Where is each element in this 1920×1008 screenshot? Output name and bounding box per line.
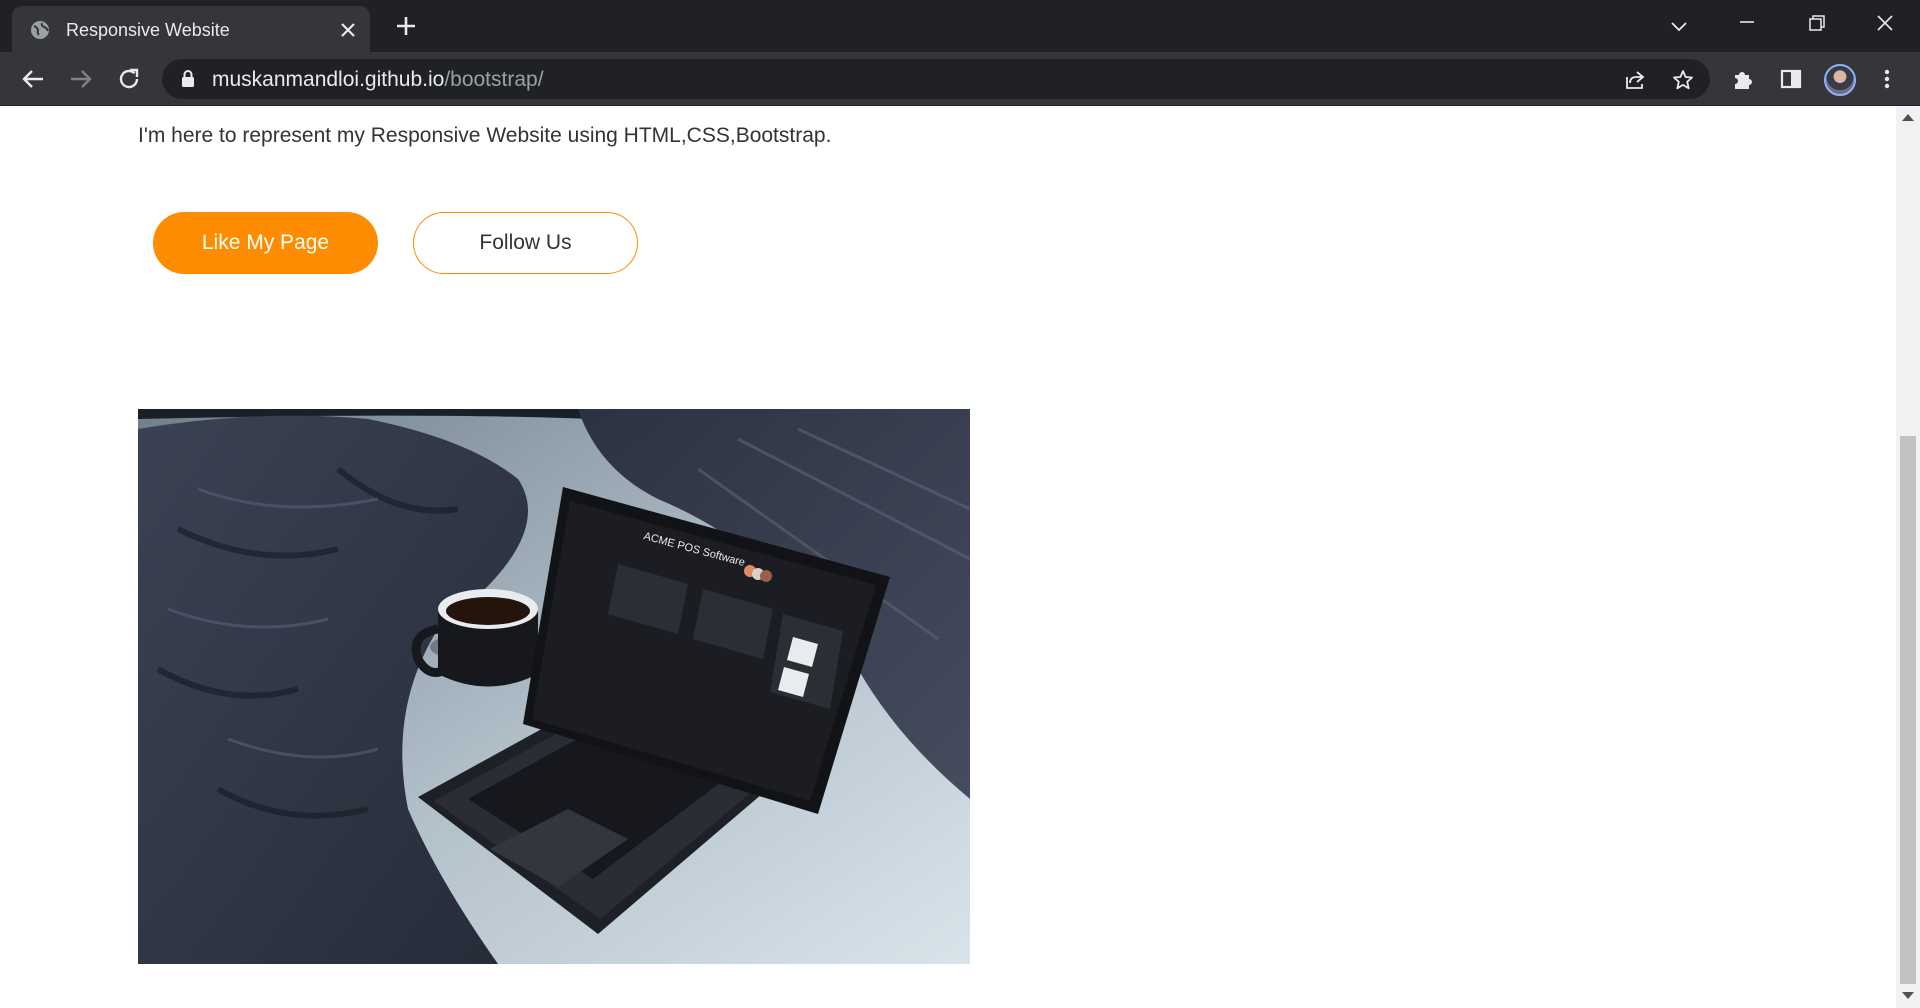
share-icon[interactable] <box>1623 68 1647 92</box>
browser-tab[interactable]: Responsive Website <box>12 6 370 52</box>
globe-icon <box>31 21 49 39</box>
close-icon[interactable] <box>336 18 360 42</box>
tab-title: Responsive Website <box>66 20 230 40</box>
menu-icon[interactable] <box>1873 65 1901 93</box>
url-path: /bootstrap/ <box>444 68 544 91</box>
reload-icon[interactable] <box>115 65 143 93</box>
close-window-icon[interactable] <box>1865 8 1905 44</box>
like-my-page-button[interactable]: Like My Page <box>153 212 378 274</box>
minimize-icon[interactable] <box>1727 8 1767 44</box>
vertical-scrollbar[interactable] <box>1896 106 1920 1008</box>
plus-icon[interactable] <box>392 12 420 40</box>
follow-us-button[interactable]: Follow Us <box>413 212 638 274</box>
browser-toolbar: muskanmandloi.github.io/bootstrap/ <box>0 52 1920 106</box>
address-bar[interactable]: muskanmandloi.github.io/bootstrap/ <box>162 59 1710 99</box>
hero-image: ACME POS Software <box>138 409 970 964</box>
extensions-icon[interactable] <box>1729 65 1757 93</box>
forward-icon[interactable] <box>67 65 95 93</box>
url-host: muskanmandloi.github.io <box>212 68 445 91</box>
scrollbar-thumb[interactable] <box>1900 436 1916 984</box>
scroll-down-arrow-icon[interactable] <box>1902 992 1914 999</box>
chevron-down-icon[interactable] <box>1659 8 1699 44</box>
star-icon[interactable] <box>1671 68 1695 92</box>
back-icon[interactable] <box>19 65 47 93</box>
lock-icon[interactable] <box>180 69 196 89</box>
page-viewport: I'm here to represent my Responsive Webs… <box>0 106 1896 1008</box>
profile-avatar[interactable] <box>1824 64 1856 96</box>
scroll-up-arrow-icon[interactable] <box>1902 114 1914 121</box>
restore-icon[interactable] <box>1796 8 1836 44</box>
side-panel-icon[interactable] <box>1777 65 1805 93</box>
url-text[interactable]: muskanmandloi.github.io/bootstrap/ <box>212 68 544 92</box>
tab-strip: Responsive Website <box>0 0 1920 52</box>
laptop-on-bed-illustration: ACME POS Software <box>138 409 970 964</box>
intro-text: I'm here to represent my Responsive Webs… <box>138 124 832 147</box>
